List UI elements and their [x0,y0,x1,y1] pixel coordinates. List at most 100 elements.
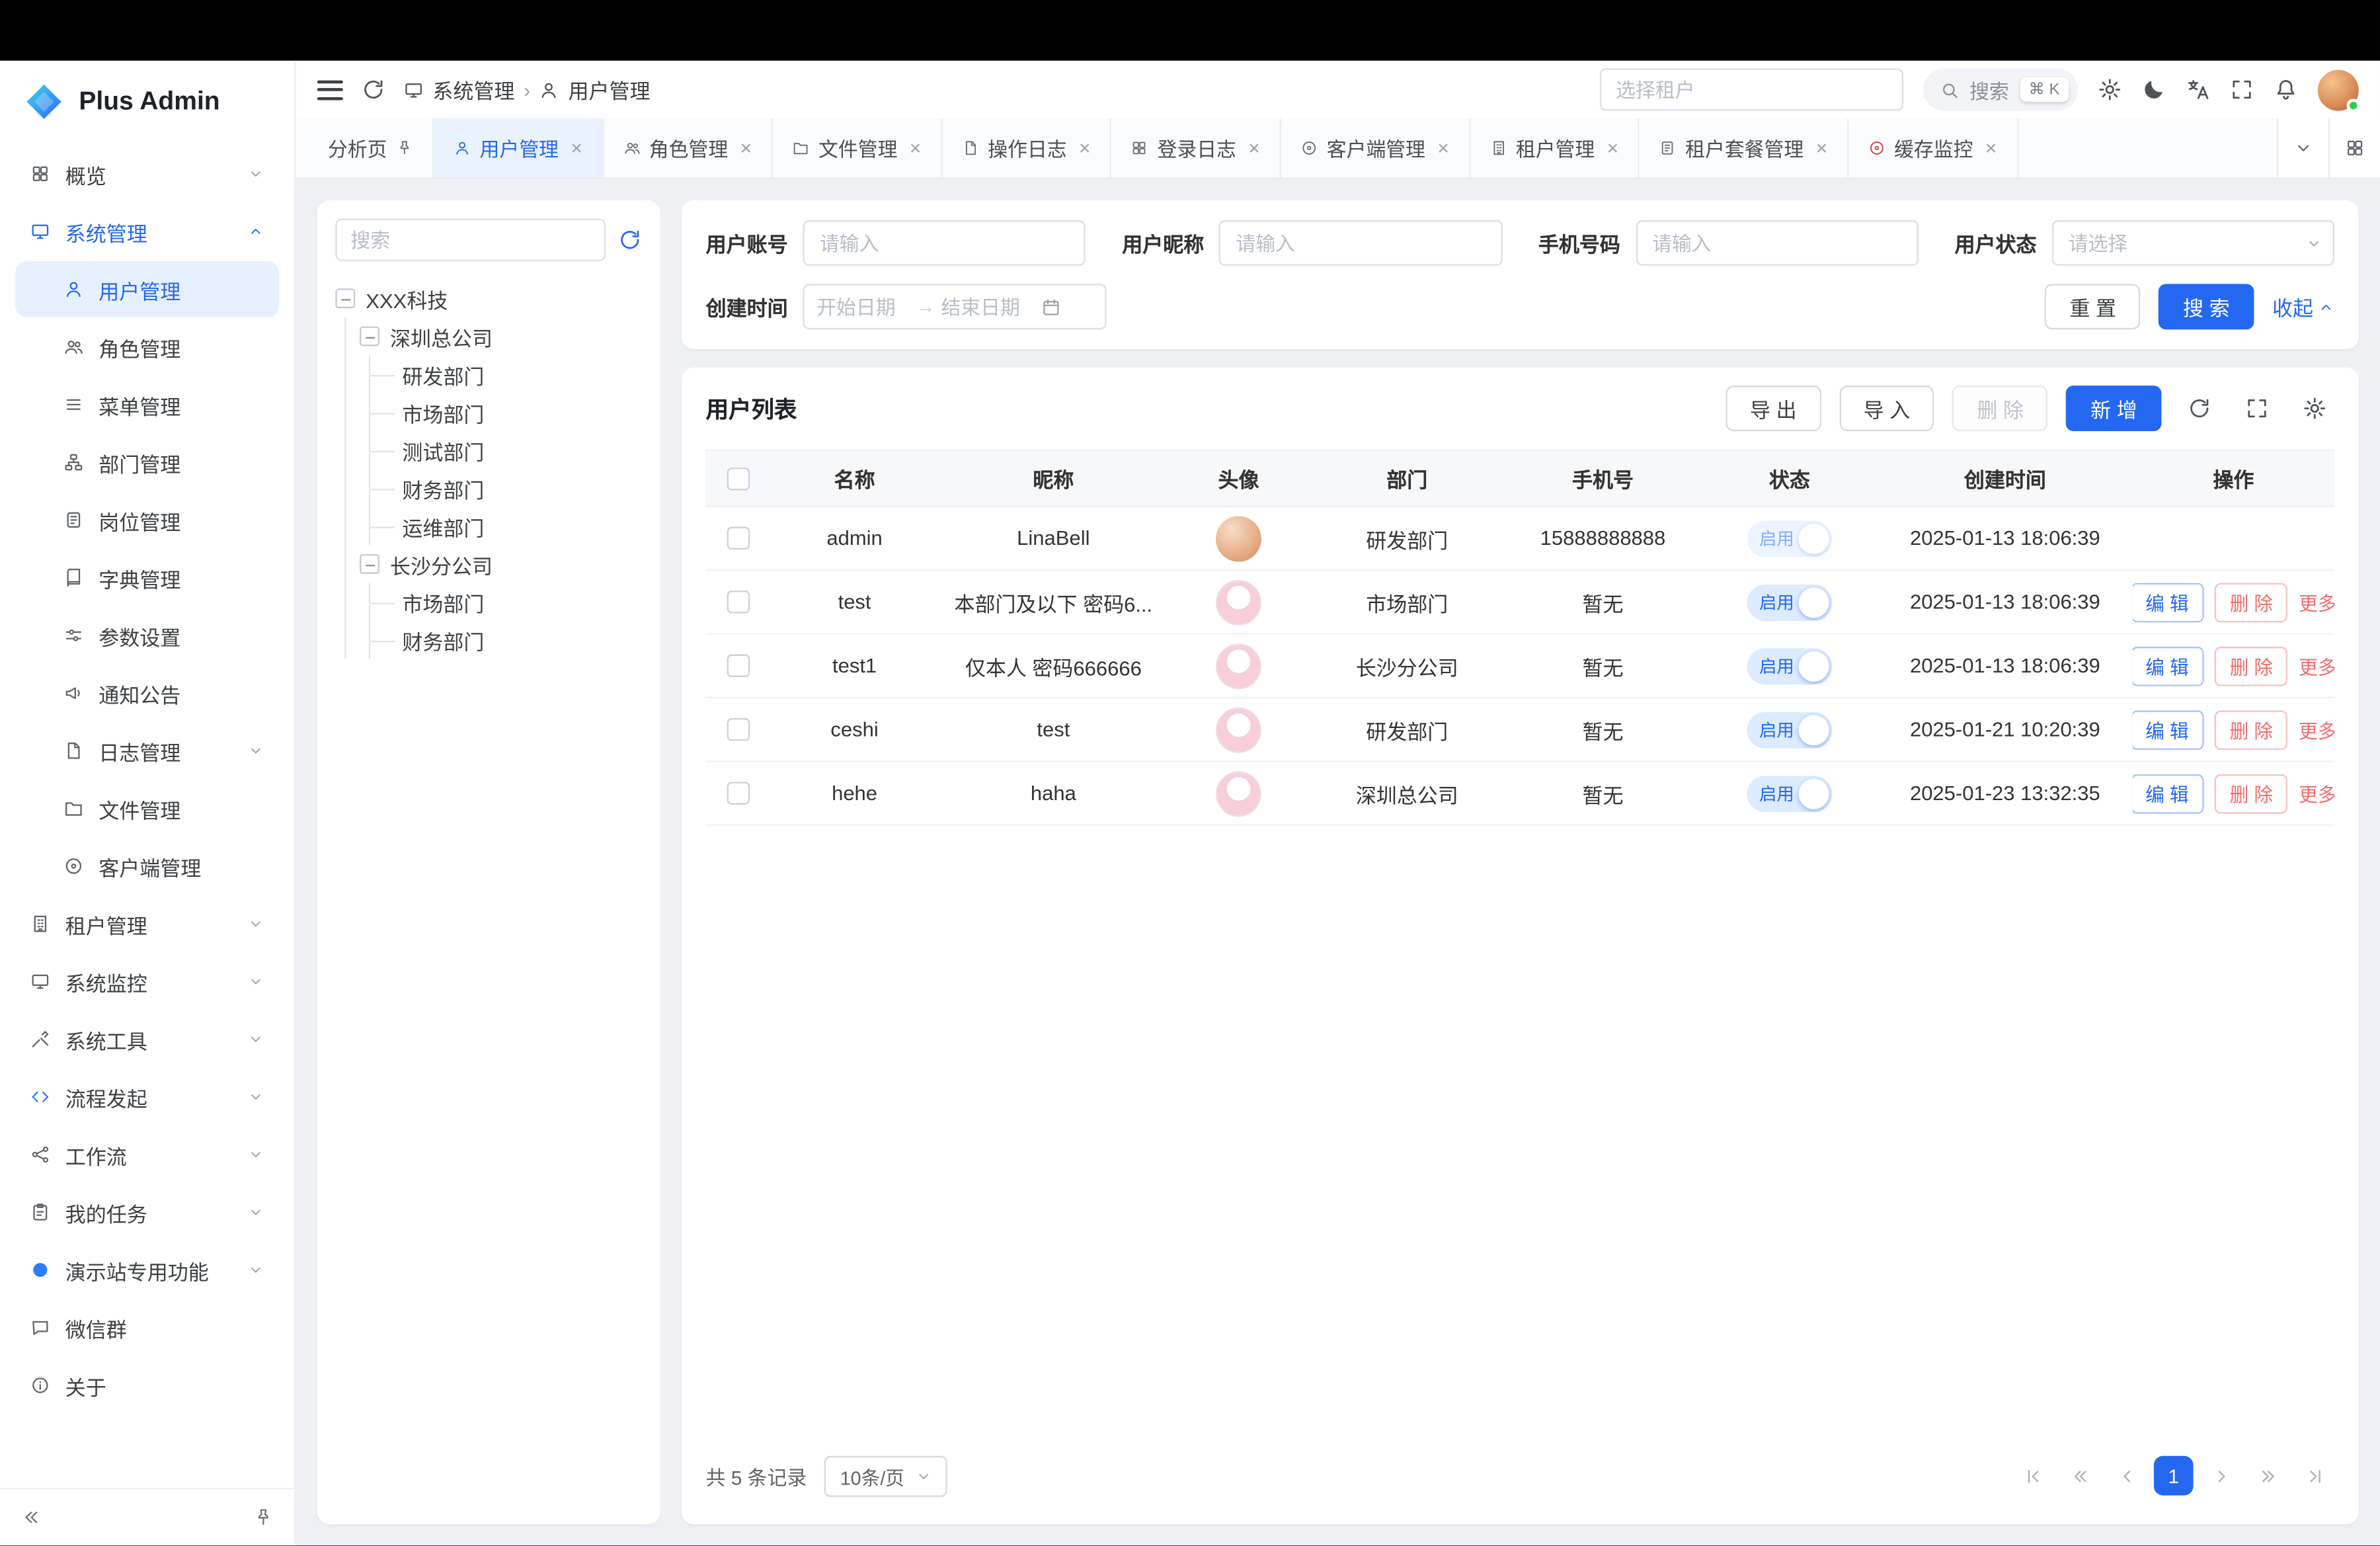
tab-tenant-package-management[interactable]: 租户套餐管理 × [1640,118,1848,178]
nickname-input[interactable] [1219,220,1502,266]
status-toggle[interactable]: 启用 [1747,647,1833,684]
row-checkbox[interactable] [727,527,749,549]
reset-button[interactable]: 重 置 [2045,284,2141,329]
tab-layout-icon[interactable] [2328,118,2380,178]
account-input[interactable] [803,220,1086,266]
collapse-filters-link[interactable]: 收起 [2272,292,2334,322]
close-icon[interactable]: × [1607,138,1618,158]
sidebar-item-demo-features[interactable]: 演示站专用功能 [15,1242,279,1298]
more-link[interactable]: 更多 [2299,651,2334,680]
sidebar-item-system-monitor[interactable]: 系统监控 [15,954,279,1010]
page-number[interactable]: 1 [2154,1456,2194,1496]
tree-node-leaf[interactable]: 财务部门 [384,469,642,507]
page-size-select[interactable]: 10条/页 [825,1455,947,1496]
fullscreen-table-icon[interactable] [2237,389,2277,428]
select-all-checkbox[interactable] [727,467,749,489]
user-avatar[interactable] [2318,69,2359,110]
sidebar-item-client-management[interactable]: 客户端管理 [15,838,279,894]
tree-refresh-icon[interactable] [617,227,642,252]
hamburger-menu-icon[interactable] [317,80,343,100]
more-link[interactable]: 更多 [2299,588,2334,617]
edit-button[interactable]: 编 辑 [2133,582,2204,622]
tab-analysis[interactable]: 分析页 [308,118,434,178]
tab-tenant-management[interactable]: 租户管理 × [1470,118,1640,178]
row-checkbox[interactable] [727,718,749,741]
settings-gear-icon[interactable] [2098,77,2122,102]
status-toggle[interactable]: 启用 [1747,775,1833,811]
row-checkbox[interactable] [727,655,749,677]
language-icon[interactable] [2186,77,2210,102]
tree-search-input[interactable] [335,219,606,261]
sidebar-item-system-tools[interactable]: 系统工具 [15,1011,279,1067]
status-toggle[interactable]: 启用 [1747,712,1833,748]
tree-node-leaf[interactable]: 研发部门 [384,355,642,393]
tab-operation-log[interactable]: 操作日志 × [942,118,1111,178]
tree-node-branch[interactable]: 深圳总公司 [360,317,642,355]
tree-collapse-icon[interactable] [335,288,355,308]
import-button[interactable]: 导 入 [1839,386,1934,431]
row-checkbox[interactable] [727,782,749,804]
tab-role-management[interactable]: 角色管理 × [604,118,773,178]
delete-row-button[interactable]: 删 除 [2215,774,2288,813]
close-icon[interactable]: × [571,138,582,158]
phone-input[interactable] [1636,220,1919,266]
sidebar-item-post-management[interactable]: 岗位管理 [15,492,279,548]
status-toggle[interactable]: 启用 [1747,584,1833,620]
brand-logo[interactable]: Plus Admin [0,61,294,143]
sidebar-item-user-management[interactable]: 用户管理 [15,261,279,317]
sidebar-item-role-management[interactable]: 角色管理 [15,319,279,375]
delete-row-button[interactable]: 删 除 [2215,710,2288,749]
tab-user-management[interactable]: 用户管理 × [434,118,604,178]
sidebar-item-tenant-management[interactable]: 租户管理 [15,896,279,952]
sidebar-item-process-start[interactable]: 流程发起 [15,1069,279,1125]
tab-client-management[interactable]: 客户端管理 × [1281,118,1470,178]
refresh-page-icon[interactable] [361,77,385,102]
tree-node-root[interactable]: XXX科技 [335,279,642,317]
collapse-sidebar-icon[interactable] [21,1508,41,1527]
tree-node-leaf[interactable]: 运维部门 [384,507,642,545]
more-link[interactable]: 更多 [2299,715,2334,744]
sidebar-item-file-management[interactable]: 文件管理 [15,780,279,836]
refresh-table-icon[interactable] [2180,389,2219,428]
tree-node-branch[interactable]: 长沙分公司 [360,545,642,583]
sidebar-item-log-management[interactable]: 日志管理 [15,723,279,779]
last-page-icon[interactable] [2295,1456,2334,1496]
end-date-input[interactable] [941,296,1035,318]
sidebar-item-my-tasks[interactable]: 我的任务 [15,1184,279,1241]
fullscreen-icon[interactable] [2230,77,2254,102]
export-button[interactable]: 导 出 [1726,386,1821,431]
close-icon[interactable]: × [910,138,921,158]
notification-bell-icon[interactable] [2274,77,2298,102]
tree-collapse-icon[interactable] [360,327,379,346]
delete-row-button[interactable]: 删 除 [2215,646,2288,686]
sidebar-item-overview[interactable]: 概览 [15,145,279,202]
close-icon[interactable]: × [1985,138,1997,158]
row-checkbox[interactable] [727,590,749,613]
breadcrumb-item[interactable]: 用户管理 [568,74,650,104]
pin-icon[interactable] [396,140,413,156]
status-toggle[interactable]: 启用 [1747,520,1833,556]
tree-node-leaf[interactable]: 测试部门 [384,431,642,469]
first-page-icon[interactable] [2012,1456,2052,1496]
status-select[interactable] [2051,220,2334,266]
tab-cache-monitor[interactable]: 缓存监控 × [1848,118,2018,178]
next-jump-icon[interactable] [2248,1456,2287,1496]
global-search[interactable]: 搜索 ⌘ K [1923,68,2078,110]
sidebar-item-system-management[interactable]: 系统管理 [15,204,279,260]
tree-collapse-icon[interactable] [360,554,379,574]
close-icon[interactable]: × [740,138,752,158]
sidebar-item-workflow[interactable]: 工作流 [15,1127,279,1183]
prev-jump-icon[interactable] [2060,1456,2100,1496]
tree-node-leaf[interactable]: 市场部门 [384,583,642,621]
dark-mode-moon-icon[interactable] [2142,77,2166,102]
pin-sidebar-icon[interactable] [253,1508,273,1527]
edit-button[interactable]: 编 辑 [2133,710,2204,749]
tree-node-leaf[interactable]: 财务部门 [384,621,642,659]
sidebar-item-menu-management[interactable]: 菜单管理 [15,376,279,432]
tree-node-leaf[interactable]: 市场部门 [384,393,642,431]
edit-button[interactable]: 编 辑 [2133,774,2204,813]
edit-button[interactable]: 编 辑 [2133,646,2204,686]
created-date-range[interactable]: → [803,284,1107,329]
sidebar-item-wechat-group[interactable]: 微信群 [15,1299,279,1356]
close-icon[interactable]: × [1437,138,1448,158]
